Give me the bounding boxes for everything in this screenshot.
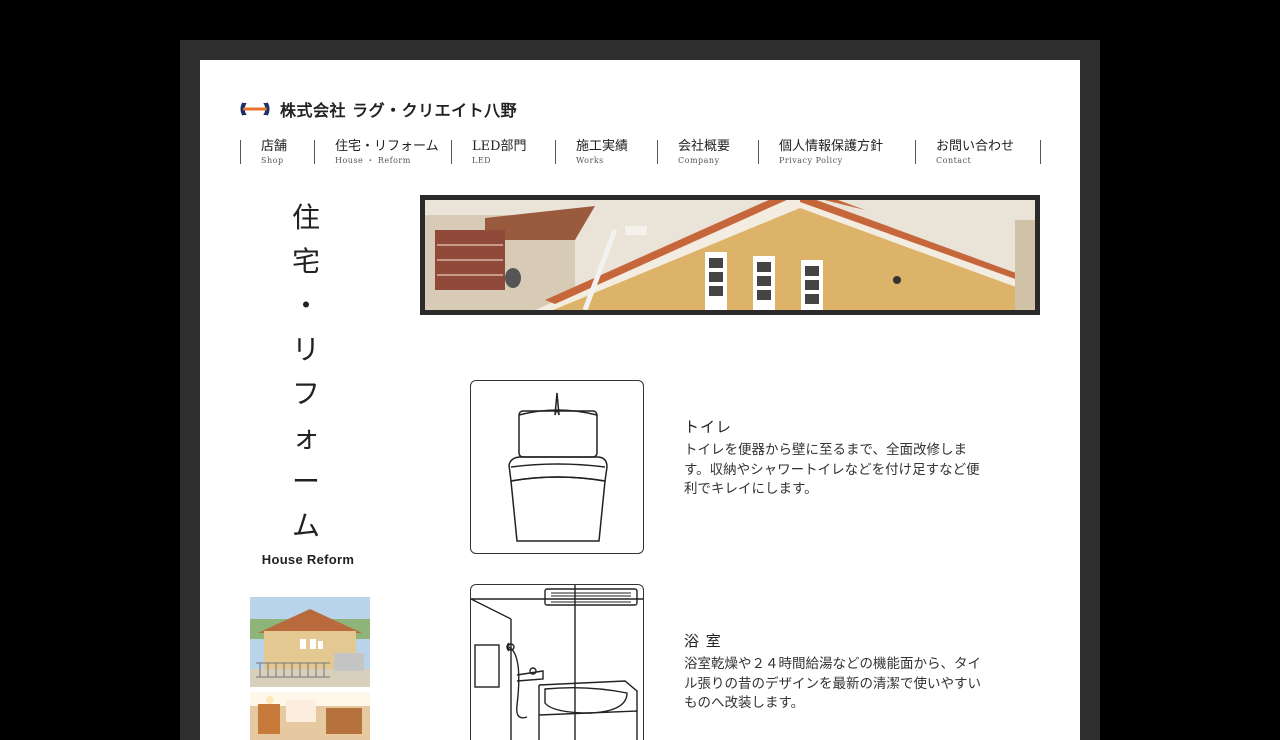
nav-item-label: LED部門 [472, 139, 527, 154]
title-char: 宅 [291, 245, 320, 278]
title-char: フ [291, 377, 320, 410]
hero-banner [420, 195, 1040, 315]
service-title: 浴 室 [684, 632, 722, 650]
nav-item-privacy-policy[interactable]: 個人情報保護方針 Privacy Policy [758, 139, 915, 165]
nav-item-sublabel: Works [576, 156, 604, 165]
nav-item-sublabel: Company [678, 156, 720, 165]
nav-item-house-reform[interactable]: 住宅・リフォーム House ・ Reform [314, 139, 451, 165]
house-banner-image [425, 200, 1035, 310]
vertical-page-title: 住 宅 ・ リ フ ォ ー ム [286, 196, 326, 548]
nav-item-sublabel: House ・ Reform [335, 156, 411, 165]
page-content: 株式会社 ラグ・クリエイト八野 店舗 Shop 住宅・リフォーム House ・… [200, 60, 1080, 740]
nav-item-label: 住宅・リフォーム [335, 139, 439, 154]
nav-item-label: 施工実績 [576, 139, 629, 154]
page-subtitle: House Reform [261, 552, 355, 567]
toilet-icon [470, 380, 644, 554]
nav-item-shop[interactable]: 店舗 Shop [240, 139, 314, 165]
nav-item-company[interactable]: 会社概要 Company [657, 139, 758, 165]
nav-item-sublabel: LED [472, 156, 492, 165]
interior-thumbnail[interactable] [250, 692, 370, 740]
title-char: ー [291, 465, 320, 498]
company-logo[interactable]: 株式会社 ラグ・クリエイト八野 [240, 96, 517, 122]
house-exterior-thumbnail[interactable] [250, 597, 370, 687]
nav-item-led[interactable]: LED部門 LED [451, 139, 555, 165]
nav-item-contact[interactable]: お問い合わせ Contact [915, 139, 1041, 165]
title-char: ォ [291, 421, 320, 454]
title-char: リ [291, 333, 320, 366]
bathroom-icon [470, 584, 644, 740]
company-name: 株式会社 ラグ・クリエイト八野 [280, 101, 518, 120]
main-nav: 店舗 Shop 住宅・リフォーム House ・ Reform LED部門 LE… [240, 139, 1041, 165]
nav-item-sublabel: Shop [261, 156, 284, 165]
title-char: 住 [291, 201, 320, 234]
nav-item-label: 会社概要 [678, 139, 731, 154]
nav-item-label: お問い合わせ [936, 139, 1015, 154]
nav-item-sublabel: Privacy Policy [779, 156, 843, 165]
service-toilet: トイレ トイレを便器から壁に至るまで、全面改修します。収納やシャワートイレなどを… [684, 416, 984, 500]
nav-item-sublabel: Contact [936, 156, 972, 165]
title-char: ム [291, 509, 320, 542]
title-char: ・ [291, 289, 320, 322]
company-logo-icon [240, 96, 270, 122]
nav-item-label: 店舗 [261, 139, 288, 154]
service-title: トイレ [684, 418, 733, 436]
nav-item-label: 個人情報保護方針 [779, 139, 884, 154]
nav-item-works[interactable]: 施工実績 Works [555, 139, 657, 165]
service-description: 浴室乾燥や２４時間給湯などの機能面から、タイル張りの昔のデザインを最新の清潔で使… [684, 656, 981, 711]
service-description: トイレを便器から壁に至るまで、全面改修します。収納やシャワートイレなどを付け足す… [684, 442, 980, 497]
service-bathroom: 浴 室 浴室乾燥や２４時間給湯などの機能面から、タイル張りの昔のデザインを最新の… [684, 630, 984, 714]
